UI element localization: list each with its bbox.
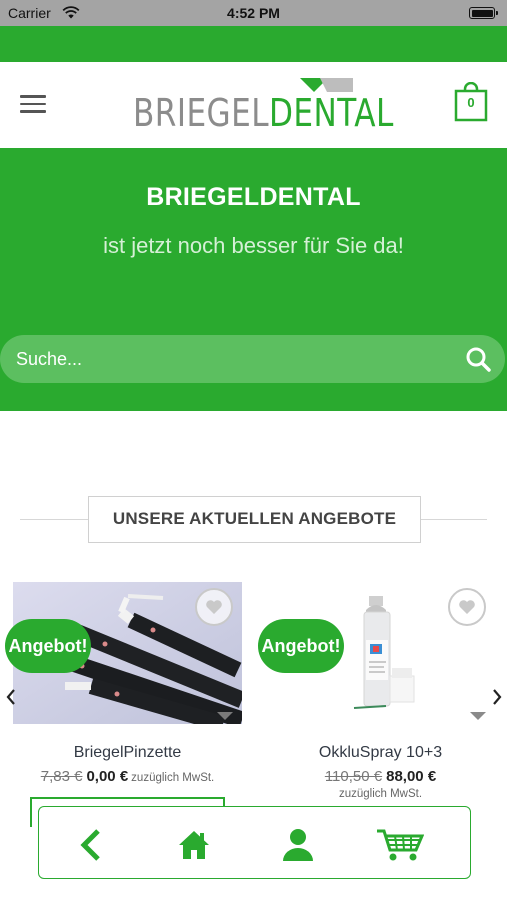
wishlist-button[interactable]: [448, 588, 486, 626]
section-title: UNSERE AKTUELLEN ANGEBOTE: [112, 509, 397, 528]
chevron-left-icon[interactable]: [4, 686, 18, 708]
price-line: 7,83 €0,00 € zuzüglich MwSt.: [13, 768, 242, 786]
app-header: BRIEGELDENTAL 0: [0, 62, 507, 148]
search-bar: [0, 335, 505, 383]
logo-text-bold: DENTAL: [268, 91, 394, 135]
old-price: 7,83 €: [40, 768, 83, 785]
battery-icon: [469, 7, 498, 19]
price-line: 110,50 €88,00 €: [266, 768, 495, 786]
logo[interactable]: BRIEGELDENTAL: [133, 76, 393, 135]
status-time: 4:52 PM: [227, 5, 280, 21]
back-arrow-icon[interactable]: [79, 828, 103, 862]
cart-count: 0: [467, 95, 475, 110]
current-price: 0,00 €: [86, 768, 129, 785]
old-price: 110,50 €: [324, 768, 383, 785]
chevron-right-icon[interactable]: [490, 686, 504, 708]
hero-title: BRIEGELDENTAL: [146, 183, 361, 211]
vat-note: zuzüglich MwSt.: [338, 788, 423, 800]
bottom-nav: [38, 806, 471, 879]
sale-badge: Angebot!: [5, 619, 91, 673]
logo-text-light: BRIEGEL: [133, 91, 269, 135]
current-price: 88,00 €: [386, 768, 437, 785]
user-icon[interactable]: [282, 828, 314, 862]
status-bar: Carrier 4:52 PM: [0, 0, 507, 26]
hero-subtitle: ist jetzt noch besser für Sie da!: [103, 233, 404, 258]
heart-icon: [206, 600, 222, 614]
search-icon[interactable]: [465, 346, 491, 372]
section-title-box: UNSERE AKTUELLEN ANGEBOTE: [88, 496, 421, 543]
heart-icon: [459, 600, 475, 614]
vat-note: zuzüglich MwSt.: [131, 772, 215, 784]
wishlist-button[interactable]: [195, 588, 233, 626]
hero-banner: BRIEGELDENTAL ist jetzt noch besser für …: [0, 148, 507, 411]
product-name[interactable]: OkkluSpray 10+3: [266, 744, 495, 762]
hamburger-icon[interactable]: [20, 95, 46, 115]
sale-badge: Angebot!: [258, 619, 344, 673]
home-icon[interactable]: [177, 828, 211, 862]
product-name[interactable]: BriegelPinzette: [13, 744, 242, 762]
search-input[interactable]: [16, 335, 446, 383]
top-green-strip: [0, 26, 507, 62]
cart-icon[interactable]: [376, 828, 424, 862]
cart-button[interactable]: 0: [454, 81, 488, 122]
